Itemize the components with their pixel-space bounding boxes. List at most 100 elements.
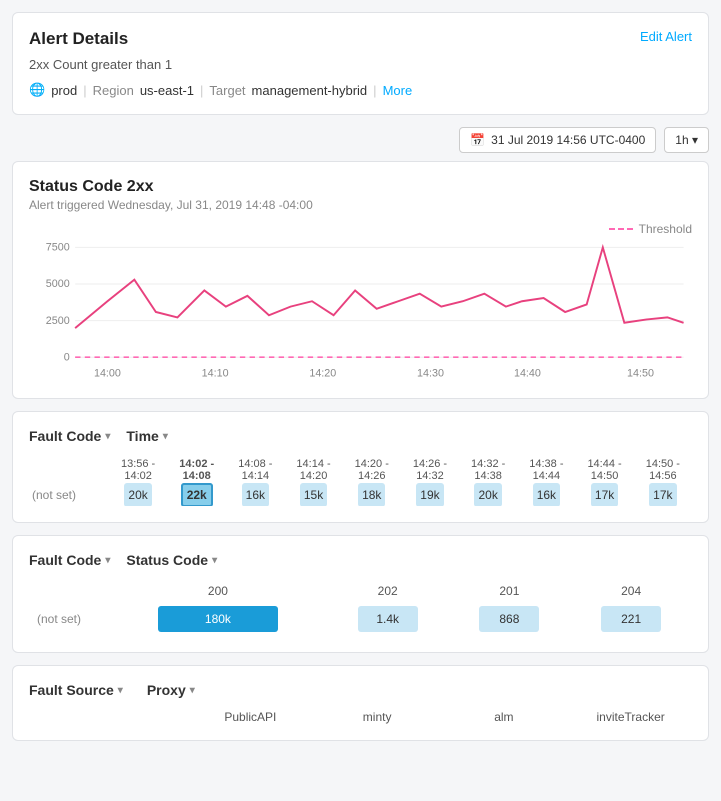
proxy-columns: PublicAPI minty alm inviteTracker [189,710,692,724]
datetime-value: 31 Jul 2019 14:56 UTC-0400 [491,133,645,147]
fault-source-proxy-card: Fault Source ▾ Proxy ▾ PublicAPI minty a… [12,665,709,741]
fault-code-time-header: Fault Code ▾ Time ▾ [29,428,692,444]
edit-alert-link[interactable]: Edit Alert [640,29,692,44]
table-row: (not set) 20k 22k 16k 15k 18k 19k 20k 16… [29,484,692,506]
cell-5[interactable]: 19k [401,484,459,506]
status-col-204: 204 [570,580,692,602]
fault-code-status-caret: ▾ [105,555,110,566]
region-value: us-east-1 [140,83,194,98]
svg-text:2500: 2500 [46,315,70,327]
time-table: 13:56 -14:02 14:02 -14:08 14:08 -14:14 1… [29,456,692,506]
time-col-9: 14:50 -14:56 [634,456,692,484]
status-cell-200[interactable]: 180k [109,602,327,636]
alert-meta: 🌐 prod | Region us-east-1 | Target manag… [29,82,692,98]
fault-code-col-header[interactable]: Fault Code ▾ [29,428,110,444]
proxy-col-alm: alm [443,710,566,724]
region-label: Region [93,83,134,98]
time-caret: ▾ [163,431,168,442]
alert-header: Alert Details Edit Alert [29,29,692,49]
alert-title: Alert Details [29,29,128,49]
fault-code-status-label: Fault Code [29,552,101,568]
row-label: (not set) [29,484,109,506]
target-label: Target [209,83,245,98]
cell-1[interactable]: 22k [167,484,226,506]
status-table-row: (not set) 180k 1.4k 868 221 [29,602,692,636]
fault-code-status-header: Fault Code ▾ Status Code ▾ [29,552,692,568]
svg-text:5000: 5000 [46,278,70,290]
svg-text:14:30: 14:30 [417,368,444,380]
fault-code-status-col-header[interactable]: Fault Code ▾ [29,552,110,568]
more-link[interactable]: More [383,83,413,98]
time-range-select[interactable]: 1h ▾ [664,127,709,153]
alert-details-card: Alert Details Edit Alert 2xx Count great… [12,12,709,115]
status-table: 200 202 201 204 (not set) 180k 1.4k 868 … [29,580,692,636]
status-col-201: 201 [449,580,571,602]
time-col-5: 14:26 -14:32 [401,456,459,484]
cell-8[interactable]: 17k [575,484,633,506]
globe-icon: 🌐 [29,82,45,98]
chart-title: Status Code 2xx [29,178,692,196]
time-col-4: 14:20 -14:26 [343,456,401,484]
status-cell-204[interactable]: 221 [570,602,692,636]
cell-9[interactable]: 17k [634,484,692,506]
fault-code-time-card: Fault Code ▾ Time ▾ 13:56 -14:02 14:02 -… [12,411,709,523]
proxy-col-header[interactable]: Proxy ▾ [147,682,195,698]
proxy-col-minty: minty [316,710,439,724]
time-col-3: 14:14 -14:20 [284,456,342,484]
fault-source-row-spacer [29,710,189,724]
time-col-0: 13:56 -14:02 [109,456,167,484]
time-range-caret: ▾ [692,133,698,147]
time-col-7: 14:38 -14:44 [517,456,575,484]
svg-text:14:10: 14:10 [202,368,229,380]
time-header-row: 13:56 -14:02 14:02 -14:08 14:08 -14:14 1… [29,456,692,484]
proxy-col-publicapi: PublicAPI [189,710,312,724]
proxy-caret: ▾ [190,685,195,696]
status-code-col-header[interactable]: Status Code ▾ [126,552,217,568]
status-col-202: 202 [327,580,449,602]
threshold-label: Threshold [639,222,692,236]
status-row-label: (not set) [29,602,109,636]
datetime-row: 📅 31 Jul 2019 14:56 UTC-0400 1h ▾ [12,127,709,153]
chart-container: Threshold 7500 5000 2500 0 14:00 14:10 1… [29,222,692,382]
svg-text:14:40: 14:40 [514,368,541,380]
fault-source-header: Fault Source ▾ Proxy ▾ [29,682,692,698]
fault-code-caret: ▾ [105,431,110,442]
calendar-icon: 📅 [470,133,485,147]
chart-svg: 7500 5000 2500 0 14:00 14:10 14:20 14:30… [29,242,692,382]
fault-source-col-header[interactable]: Fault Source ▾ [29,682,123,698]
time-col-2: 14:08 -14:14 [226,456,284,484]
cell-3[interactable]: 15k [284,484,342,506]
svg-text:14:20: 14:20 [309,368,336,380]
cell-7[interactable]: 16k [517,484,575,506]
cell-4[interactable]: 18k [343,484,401,506]
status-cell-201[interactable]: 868 [449,602,571,636]
cell-2[interactable]: 16k [226,484,284,506]
fault-code-label: Fault Code [29,428,101,444]
fault-source-label: Fault Source [29,682,114,698]
datetime-picker[interactable]: 📅 31 Jul 2019 14:56 UTC-0400 [459,127,656,153]
time-range-value: 1h [675,133,688,147]
proxy-col-invitetracker: inviteTracker [569,710,692,724]
alert-subtitle: 2xx Count greater than 1 [29,57,692,72]
threshold-legend: Threshold [609,222,692,236]
time-col-header[interactable]: Time ▾ [126,428,167,444]
threshold-dash-icon [609,228,633,230]
status-header-row: 200 202 201 204 [29,580,692,602]
svg-text:14:50: 14:50 [627,368,654,380]
status-cell-202[interactable]: 1.4k [327,602,449,636]
status-col-200: 200 [109,580,327,602]
svg-text:7500: 7500 [46,242,70,254]
cell-0[interactable]: 20k [109,484,167,506]
chart-card: Status Code 2xx Alert triggered Wednesda… [12,161,709,399]
status-code-caret: ▾ [212,555,217,566]
time-table-wrapper: 13:56 -14:02 14:02 -14:08 14:08 -14:14 1… [29,456,692,506]
cell-6[interactable]: 20k [459,484,517,506]
fault-source-caret: ▾ [118,685,123,696]
time-col-6: 14:32 -14:38 [459,456,517,484]
proxy-label: Proxy [147,682,186,698]
status-code-label: Status Code [126,552,208,568]
alert-env: prod [51,83,77,98]
chart-subtitle: Alert triggered Wednesday, Jul 31, 2019 … [29,198,692,212]
fault-source-columns: PublicAPI minty alm inviteTracker [29,710,692,724]
fault-code-status-card: Fault Code ▾ Status Code ▾ 200 202 201 2… [12,535,709,653]
